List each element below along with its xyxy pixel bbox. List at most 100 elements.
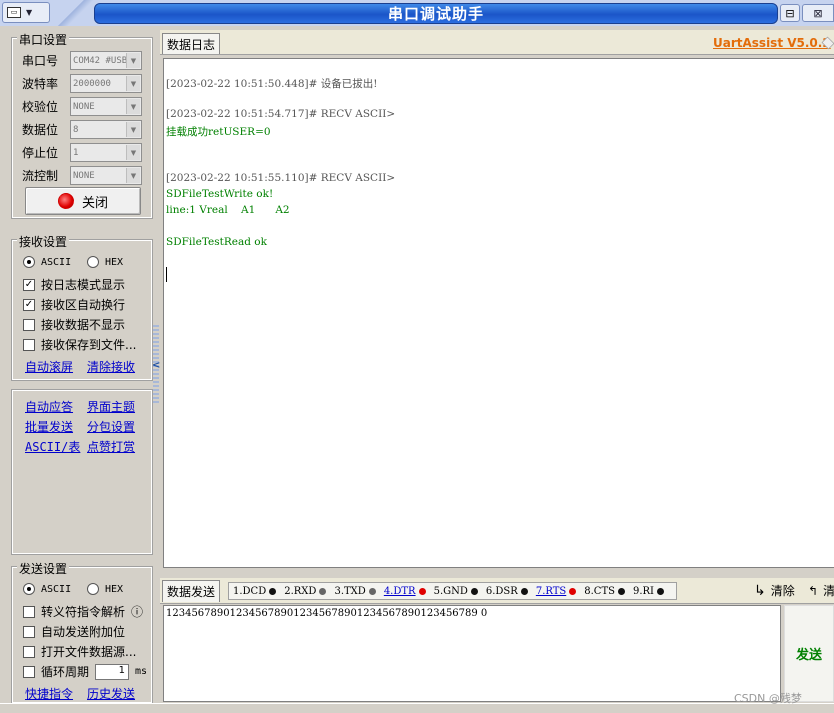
send-ascii-label: ASCII bbox=[41, 583, 72, 595]
shortcuts-link[interactable]: 快捷指令 bbox=[25, 685, 73, 702]
clear-send-button[interactable]: ↳ 清除 bbox=[754, 582, 795, 599]
receive-log-area[interactable]: [2023-02-22 10:51:50.448]# 设备已拔出! [2023-… bbox=[163, 58, 834, 568]
packet-settings-link[interactable]: 分包设置 bbox=[87, 418, 135, 435]
info-icon[interactable]: ⓘ bbox=[131, 603, 143, 620]
pin-label: 2.RXD bbox=[284, 585, 317, 597]
history-link[interactable]: 历史发送 bbox=[87, 685, 135, 702]
append-bits-checkbox[interactable]: 自动发送附加位 bbox=[23, 623, 125, 640]
auto-scroll-link[interactable]: 自动滚屏 bbox=[25, 358, 73, 375]
log-tab-bar: 数据日志 UartAssist V5.0.2 bbox=[160, 30, 834, 55]
baud-value: 2000000 bbox=[73, 78, 111, 89]
close-port-button[interactable]: 关闭 bbox=[25, 187, 141, 215]
pin-label: 9.RI bbox=[632, 585, 654, 597]
led-icon bbox=[520, 587, 528, 595]
hide-data-checkbox[interactable]: 接收数据不显示 bbox=[23, 316, 125, 333]
tab-data-log[interactable]: 数据日志 bbox=[162, 33, 221, 54]
tip-link[interactable]: 点赞打赏 bbox=[87, 438, 135, 455]
chevron-left-icon[interactable]: < bbox=[152, 360, 160, 371]
batch-send-link[interactable]: 批量发送 bbox=[25, 418, 73, 435]
radio-icon bbox=[23, 583, 35, 595]
pin-status-strip: 1.DCD 2.RXD 3.TXD 4.DTR 5.GND 6.DSR 7.RT… bbox=[228, 582, 677, 600]
stopbits-select[interactable]: 1 ▼ bbox=[70, 143, 142, 162]
log-line: 挂载成功retUSER=0 bbox=[166, 126, 271, 138]
send-tab-bar: 数据发送 1.DCD 2.RXD 3.TXD 4.DTR 5.GND 6.DSR… bbox=[160, 578, 834, 604]
parity-select[interactable]: NONE ▼ bbox=[70, 97, 142, 116]
auto-wrap-label: 接收区自动换行 bbox=[41, 298, 126, 312]
pin-button[interactable]: ⊟ bbox=[780, 4, 800, 22]
databits-select[interactable]: 8 ▼ bbox=[70, 120, 142, 139]
file-source-checkbox[interactable]: 打开文件数据源... bbox=[23, 643, 136, 660]
send-input-area[interactable]: 1234567890123456789012345678901234567890… bbox=[163, 605, 781, 702]
send-ascii-radio[interactable]: ASCII bbox=[23, 583, 71, 595]
close-port-label: 关闭 bbox=[81, 195, 108, 211]
led-icon bbox=[657, 587, 664, 595]
flow-row: 流控制 NONE ▼ bbox=[22, 166, 142, 185]
pin-rts[interactable]: 7.RTS bbox=[536, 586, 577, 597]
clear2-label: 清 bbox=[823, 584, 834, 598]
loop-unit-label: ms bbox=[135, 666, 148, 677]
receive-ascii-radio[interactable]: ASCII bbox=[23, 256, 71, 268]
loop-period-checkbox[interactable]: 循环周期 1 ms bbox=[23, 663, 147, 680]
databits-row: 数据位 8 ▼ bbox=[22, 120, 142, 139]
close-window-button[interactable]: ⊠ bbox=[802, 4, 834, 22]
check-icon: ✓ bbox=[23, 278, 35, 291]
parity-label: 校验位 bbox=[22, 100, 59, 114]
auto-reply-link[interactable]: 自动应答 bbox=[25, 398, 73, 415]
loop-period-label: 循环周期 bbox=[41, 665, 90, 679]
flow-select[interactable]: NONE ▼ bbox=[70, 166, 142, 185]
tab-label: 数据日志 bbox=[167, 37, 216, 52]
led-icon bbox=[617, 587, 625, 595]
hide-data-label: 接收数据不显示 bbox=[41, 318, 126, 332]
system-menu-button[interactable]: ▭ ▼ bbox=[2, 2, 50, 23]
checkbox-icon bbox=[23, 665, 35, 678]
port-label: 串口号 bbox=[22, 54, 59, 68]
receive-hex-radio[interactable]: HEX bbox=[87, 256, 123, 268]
log-line: SDFileTestWrite ok! bbox=[166, 188, 274, 200]
append-bits-label: 自动发送附加位 bbox=[41, 625, 126, 639]
port-row: 串口号 COM42 #USB-SERIAL▼ bbox=[22, 51, 142, 70]
led-icon bbox=[418, 587, 426, 595]
serial-settings-group: 串口设置 串口号 COM42 #USB-SERIAL▼ 波特率 2000000▼… bbox=[11, 31, 153, 219]
window-title: 串口调试助手 bbox=[94, 3, 778, 24]
stopbits-label: 停止位 bbox=[22, 146, 59, 160]
baud-select[interactable]: 2000000 ▼ bbox=[70, 74, 142, 93]
log-mode-checkbox[interactable]: ✓ 按日志模式显示 bbox=[23, 276, 125, 293]
pin-gnd: 5.GND bbox=[434, 586, 478, 597]
clear-all-button[interactable]: ↰ 清 bbox=[808, 582, 834, 599]
send-text: 1234567890123456789012345678901234567890… bbox=[166, 608, 488, 619]
app-icon: ▭ bbox=[7, 7, 21, 18]
stopbits-row: 停止位 1 ▼ bbox=[22, 143, 142, 162]
receive-hex-label: HEX bbox=[105, 256, 124, 268]
pin-label: 8.CTS bbox=[584, 585, 615, 597]
loop-period-input[interactable]: 1 bbox=[95, 663, 130, 680]
chevron-down-icon: ▼ bbox=[126, 145, 140, 160]
send-hex-radio[interactable]: HEX bbox=[87, 583, 123, 595]
auto-wrap-checkbox[interactable]: ✓ 接收区自动换行 bbox=[23, 296, 125, 313]
pin-dsr: 6.DSR bbox=[486, 586, 528, 597]
log-line: [2023-02-22 10:51:54.717]# RECV ASCII> bbox=[166, 108, 396, 120]
save-to-file-label: 接收保存到文件... bbox=[41, 338, 137, 352]
port-select[interactable]: COM42 #USB-SERIAL▼ bbox=[70, 51, 142, 70]
radio-icon bbox=[87, 583, 99, 595]
parity-row: 校验位 NONE ▼ bbox=[22, 97, 142, 116]
pin-label: 5.GND bbox=[433, 585, 468, 597]
flow-label: 流控制 bbox=[22, 169, 59, 183]
tab-data-send[interactable]: 数据发送 bbox=[162, 580, 221, 602]
text-cursor bbox=[166, 267, 167, 282]
clear-receive-link[interactable]: 清除接收 bbox=[87, 358, 135, 375]
pin-dtr[interactable]: 4.DTR bbox=[384, 586, 426, 597]
baud-label: 波特率 bbox=[22, 77, 59, 91]
brand-link[interactable]: UartAssist V5.0.2 bbox=[713, 36, 831, 50]
save-to-file-checkbox[interactable]: 接收保存到文件... bbox=[23, 336, 136, 353]
escape-parse-checkbox[interactable]: 转义符指令解析 ⓘ bbox=[23, 603, 143, 620]
theme-link[interactable]: 界面主题 bbox=[87, 398, 135, 415]
led-icon bbox=[569, 587, 577, 595]
file-source-label: 打开文件数据源... bbox=[41, 645, 137, 659]
checkbox-icon bbox=[23, 605, 35, 618]
pin-rxd: 2.RXD bbox=[284, 585, 327, 597]
databits-value: 8 bbox=[73, 124, 79, 135]
pin-cts: 8.CTS bbox=[584, 586, 625, 597]
send-button[interactable]: 发送 bbox=[784, 605, 834, 702]
ascii-table-link[interactable]: ASCII/表 bbox=[25, 438, 80, 455]
parity-value: NONE bbox=[73, 101, 95, 112]
